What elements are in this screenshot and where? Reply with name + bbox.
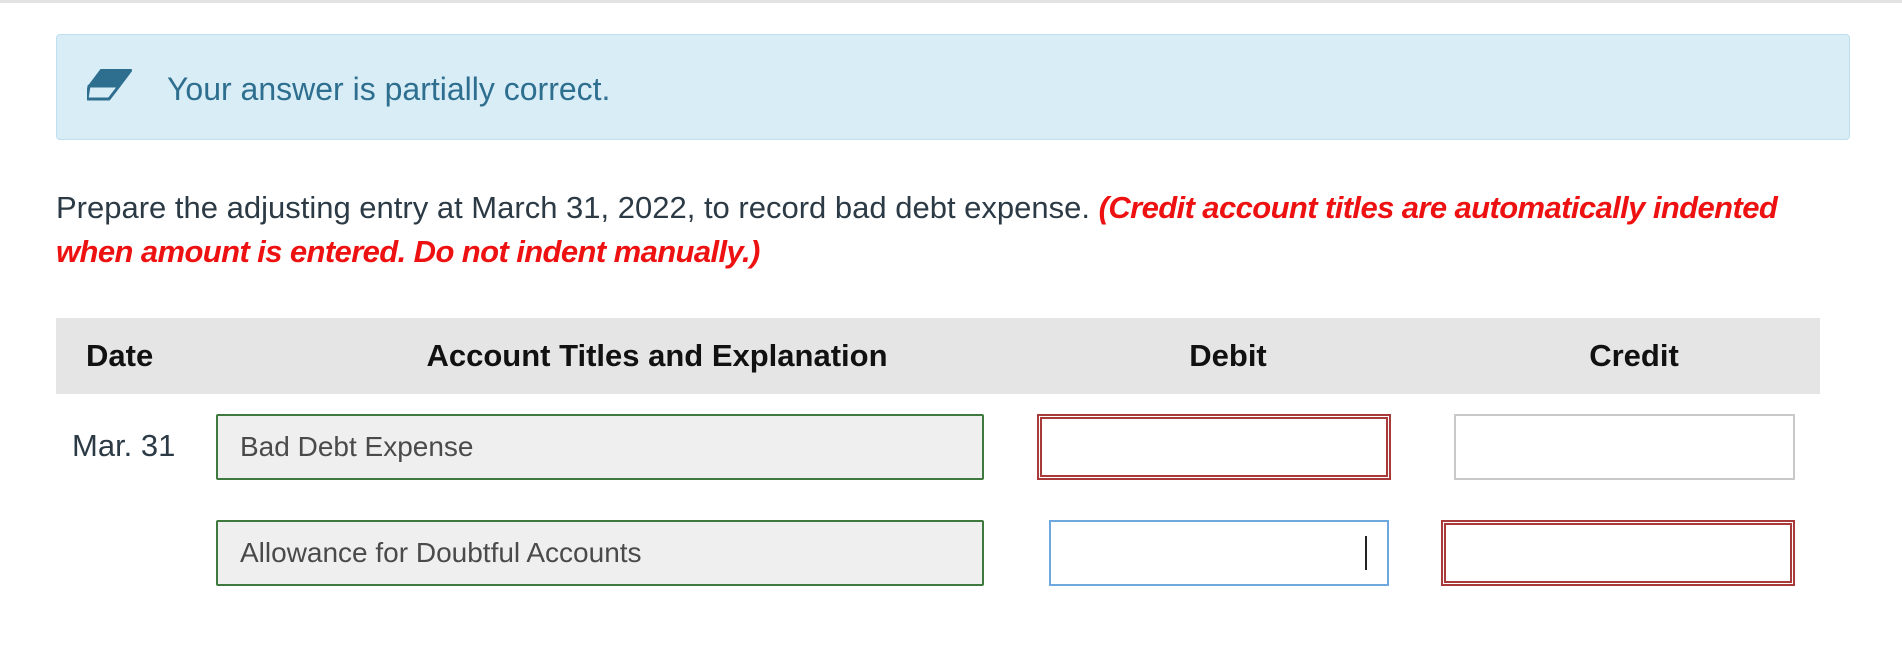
- debit-input[interactable]: [1037, 414, 1391, 480]
- question-instructions: Prepare the adjusting entry at March 31,…: [56, 186, 1856, 274]
- journal-table-header: Date Account Titles and Explanation Debi…: [56, 318, 1820, 394]
- question-prompt: Prepare the adjusting entry at March 31,…: [56, 190, 1099, 225]
- column-header-account: Account Titles and Explanation: [426, 338, 888, 373]
- column-header-date: Date: [86, 338, 154, 373]
- credit-input[interactable]: [1454, 414, 1795, 480]
- credit-input[interactable]: [1441, 520, 1795, 586]
- debit-input[interactable]: [1049, 520, 1389, 586]
- feedback-banner: Your answer is partially correct.: [56, 34, 1850, 140]
- account-title-input[interactable]: Allowance for Doubtful Accounts: [216, 520, 984, 586]
- feedback-message: Your answer is partially correct.: [167, 71, 611, 107]
- account-title-input[interactable]: Bad Debt Expense: [216, 414, 984, 480]
- eraser-icon: [87, 69, 133, 101]
- column-header-credit: Credit: [1589, 338, 1679, 373]
- top-divider: [0, 0, 1902, 3]
- column-header-debit: Debit: [1189, 338, 1267, 373]
- text-cursor: [1365, 536, 1367, 570]
- entry-date: Mar. 31: [72, 428, 176, 463]
